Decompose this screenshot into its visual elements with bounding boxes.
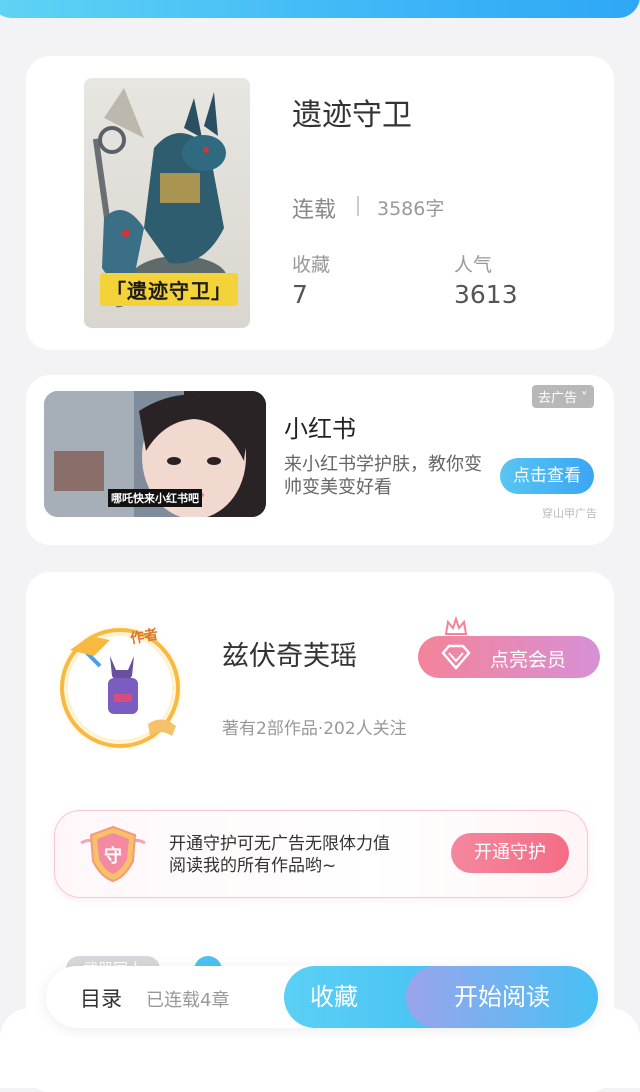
vip-member-button[interactable]: 点亮会员 (418, 636, 600, 678)
serial-status: 连载 (292, 198, 337, 223)
book-cover[interactable]: 「遗迹守卫」 (84, 78, 250, 328)
guard-description: 开通守护可无广告无限体力值 阅读我的所有作品哟~ (169, 833, 390, 877)
guard-banner[interactable]: 守 开通守护可无广告无限体力值 阅读我的所有作品哟~ 开通守护 (54, 810, 588, 898)
ad-title: 小红书 (284, 415, 356, 443)
shield-icon: 守 (75, 823, 151, 889)
book-title: 遗迹守卫 (292, 98, 412, 133)
chapter-count: 已连载4章 (146, 990, 230, 1011)
author-stats: 著有2部作品·202人关注 (222, 719, 407, 739)
toc-button[interactable]: 目录 (80, 983, 122, 1013)
crown-icon (444, 616, 468, 635)
ad-image-caption: 哪吒快来小红书吧 (108, 489, 202, 507)
ad-source: 穿山甲广告 (542, 507, 597, 520)
divider (357, 196, 359, 216)
cover-caption: 「遗迹守卫」 (100, 273, 238, 306)
popularity-count: 3613 (454, 280, 518, 309)
author-name: 兹伏奇芙瑶 (222, 641, 357, 672)
ad-view-button[interactable]: 点击查看 (500, 458, 594, 494)
word-count: 3586字 (377, 198, 445, 220)
remove-ad-button[interactable]: 去广告 ˅ (532, 385, 594, 408)
ad-card[interactable]: 哪吒快来小红书吧 小红书 来小红书学护肤，教你变帅变美变好看 去广告 ˅ 点击查… (26, 375, 614, 545)
guard-badge-text: 守 (104, 845, 122, 867)
guard-text-line1: 开通守护可无广告无限体力值 (169, 834, 390, 854)
open-guard-button[interactable]: 开通守护 (451, 833, 569, 873)
guard-text-line2: 阅读我的所有作品哟~ (169, 856, 337, 876)
collect-button-label: 收藏 (310, 983, 358, 1011)
top-header-bar (0, 0, 640, 18)
author-avatar[interactable]: 作者 (50, 616, 190, 756)
vip-button-label: 点亮会员 (490, 649, 567, 671)
bottom-action-bar: 目录 已连载4章 收藏 开始阅读 (46, 966, 598, 1028)
ad-description: 来小红书学护肤，教你变帅变美变好看 (284, 454, 482, 498)
start-reading-button[interactable]: 开始阅读 (406, 966, 598, 1028)
popularity-label: 人气 (454, 254, 493, 276)
collect-label: 收藏 (292, 254, 331, 276)
ad-image[interactable]: 哪吒快来小红书吧 (44, 391, 266, 517)
collect-count: 7 (292, 280, 308, 309)
diamond-icon (441, 644, 471, 670)
book-info-card: 「遗迹守卫」 遗迹守卫 连载 3586字 收藏 7 人气 3613 (26, 56, 614, 350)
